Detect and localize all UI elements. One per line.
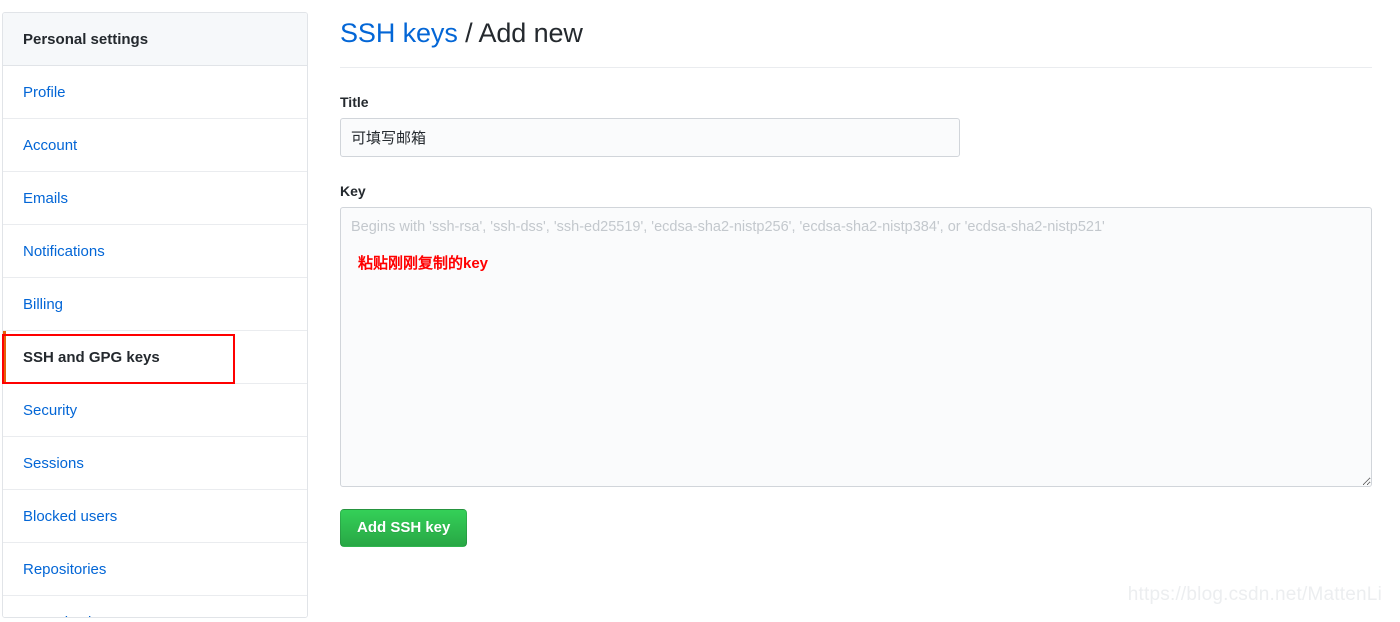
sidebar-item-label: Billing (23, 295, 64, 313)
sidebar-item-label: Repositories (23, 560, 107, 578)
key-field-label: Key (340, 183, 366, 199)
sidebar-header: Personal settings (3, 13, 307, 66)
sidebar-item-label: Organizations (23, 614, 116, 618)
heading-divider (340, 67, 1372, 68)
key-textarea[interactable] (340, 207, 1372, 487)
sidebar-item-label: Security (23, 401, 78, 419)
key-field-wrapper: 粘贴刚刚复制的key (340, 207, 1372, 487)
sidebar-item-label: Sessions (23, 454, 84, 472)
breadcrumb-current: Add new (478, 18, 583, 48)
sidebar-item-label: Profile (23, 83, 66, 101)
sidebar-item-label: Notifications (23, 242, 105, 260)
sidebar-item-blocked-users[interactable]: Blocked users (3, 490, 307, 543)
sidebar-item-label: Account (23, 136, 78, 154)
personal-settings-sidebar: Personal settings Profile Account Emails… (2, 12, 308, 618)
breadcrumb-separator: / (457, 18, 479, 48)
sidebar-item-label: Blocked users (23, 507, 118, 525)
sidebar-item-notifications[interactable]: Notifications (3, 225, 307, 278)
settings-page: Personal settings Profile Account Emails… (0, 0, 1400, 622)
breadcrumb-link-ssh-keys[interactable]: SSH keys (340, 18, 458, 48)
main-content: SSH keys / Add new Title Key 粘贴刚刚复制的key … (340, 0, 1374, 622)
sidebar-item-repositories[interactable]: Repositories (3, 543, 307, 596)
title-field-label: Title (340, 94, 369, 110)
sidebar-item-organizations[interactable]: Organizations (3, 596, 307, 618)
title-input[interactable] (340, 118, 960, 157)
watermark: https://blog.csdn.net/MattenLi (1127, 584, 1382, 605)
sidebar-item-security[interactable]: Security (3, 384, 307, 437)
sidebar-item-label: SSH and GPG keys (23, 348, 160, 366)
sidebar-item-ssh-and-gpg-keys[interactable]: SSH and GPG keys (3, 331, 307, 384)
sidebar-item-sessions[interactable]: Sessions (3, 437, 307, 490)
sidebar-item-label: Emails (23, 189, 69, 207)
page-title: SSH keys / Add new (340, 0, 1374, 49)
sidebar-item-profile[interactable]: Profile (3, 66, 307, 119)
sidebar-item-emails[interactable]: Emails (3, 172, 307, 225)
sidebar-item-account[interactable]: Account (3, 119, 307, 172)
add-ssh-key-button[interactable]: Add SSH key (340, 509, 468, 547)
sidebar-item-billing[interactable]: Billing (3, 278, 307, 331)
